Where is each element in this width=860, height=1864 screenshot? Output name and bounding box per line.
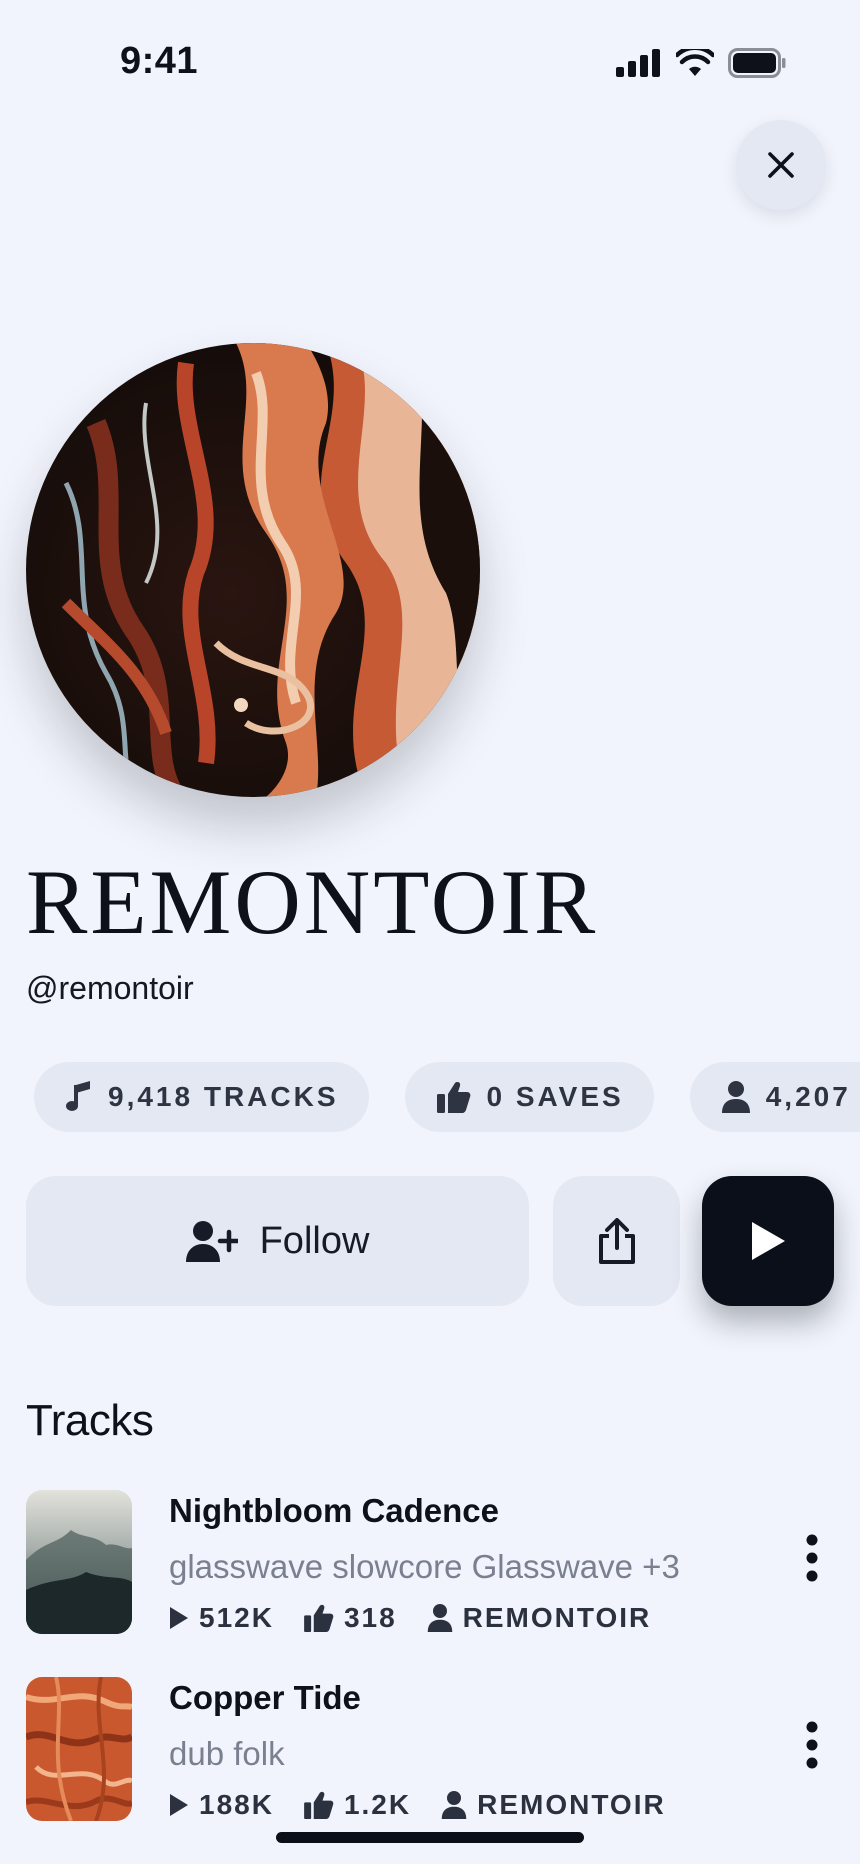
- share-icon: [598, 1218, 635, 1264]
- play-count-icon: [170, 1794, 188, 1816]
- saves-count-label: 0 SAVES: [486, 1081, 624, 1112]
- artist-name: REMONTOIR: [26, 851, 599, 953]
- more-vertical-icon: [806, 1721, 818, 1769]
- play-icon: [752, 1222, 785, 1260]
- artist-avatar: [26, 343, 480, 797]
- thumbs-up-icon: [436, 1082, 470, 1113]
- person-icon: [427, 1604, 452, 1632]
- saves-count-chip: 0 SAVES: [404, 1062, 654, 1132]
- track-meta: 512K 318 REMONTOIR: [169, 1602, 651, 1634]
- track-title: Nightbloom Cadence: [169, 1492, 500, 1529]
- status-bar: 9:41: [0, 0, 860, 120]
- track-more-button[interactable]: [792, 1528, 832, 1588]
- artist-handle: @remontoir: [26, 970, 194, 1006]
- track-row[interactable]: Nightbloom Cadence glasswave slowcore Gl…: [26, 1488, 834, 1636]
- play-count-icon: [170, 1607, 188, 1629]
- track-tags: glasswave slowcore Glasswave +3: [169, 1548, 680, 1585]
- followers-count-chip: 4,207 FOLLOWERS: [689, 1062, 860, 1132]
- close-icon: [768, 152, 794, 178]
- thumbs-up-icon: [304, 1604, 334, 1632]
- tracks-count-label: 9,418 TRACKS: [108, 1081, 339, 1112]
- thumbs-up-icon: [304, 1791, 334, 1819]
- track-artist: REMONTOIR: [477, 1789, 666, 1820]
- tracks-count-chip: 9,418 TRACKS: [34, 1062, 369, 1132]
- share-button[interactable]: [553, 1176, 680, 1306]
- followers-count-label: 4,207 FOLLOWERS: [765, 1081, 860, 1112]
- follow-button[interactable]: Follow: [26, 1176, 529, 1306]
- track-meta: 188K 1.2K REMONTOIR: [169, 1789, 666, 1821]
- wifi-icon: [676, 49, 714, 76]
- track-row[interactable]: Copper Tide dub folk 188K 1.2K REMONTOIR: [26, 1675, 834, 1823]
- like-count: 1.2K: [343, 1789, 412, 1820]
- play-count: 512K: [199, 1602, 274, 1633]
- person-icon: [721, 1081, 750, 1113]
- stats-row[interactable]: 9,418 TRACKS 0 SAVES 4,207 FOLLOWERS: [34, 1062, 860, 1132]
- track-tags: dub folk: [169, 1735, 285, 1772]
- battery-icon: [728, 48, 786, 78]
- like-count: 318: [343, 1602, 397, 1633]
- actions-row: Follow: [26, 1176, 834, 1306]
- follow-label: Follow: [259, 1219, 370, 1262]
- track-artwork: [26, 1677, 132, 1821]
- status-icons: [616, 48, 786, 78]
- person-icon: [441, 1791, 467, 1819]
- status-time: 9:41: [120, 40, 199, 82]
- music-note-icon: [66, 1081, 90, 1111]
- cellular-signal-icon: [616, 49, 660, 77]
- track-artwork: [26, 1490, 132, 1634]
- tracks-section-title: Tracks: [26, 1396, 154, 1445]
- add-person-icon: [185, 1221, 238, 1262]
- play-button[interactable]: [702, 1176, 834, 1306]
- track-title: Copper Tide: [169, 1679, 361, 1716]
- more-vertical-icon: [806, 1534, 818, 1582]
- track-artist: REMONTOIR: [462, 1602, 652, 1633]
- home-indicator: [276, 1832, 584, 1843]
- play-count: 188K: [199, 1789, 274, 1820]
- track-more-button[interactable]: [792, 1715, 832, 1775]
- close-button[interactable]: [736, 120, 826, 210]
